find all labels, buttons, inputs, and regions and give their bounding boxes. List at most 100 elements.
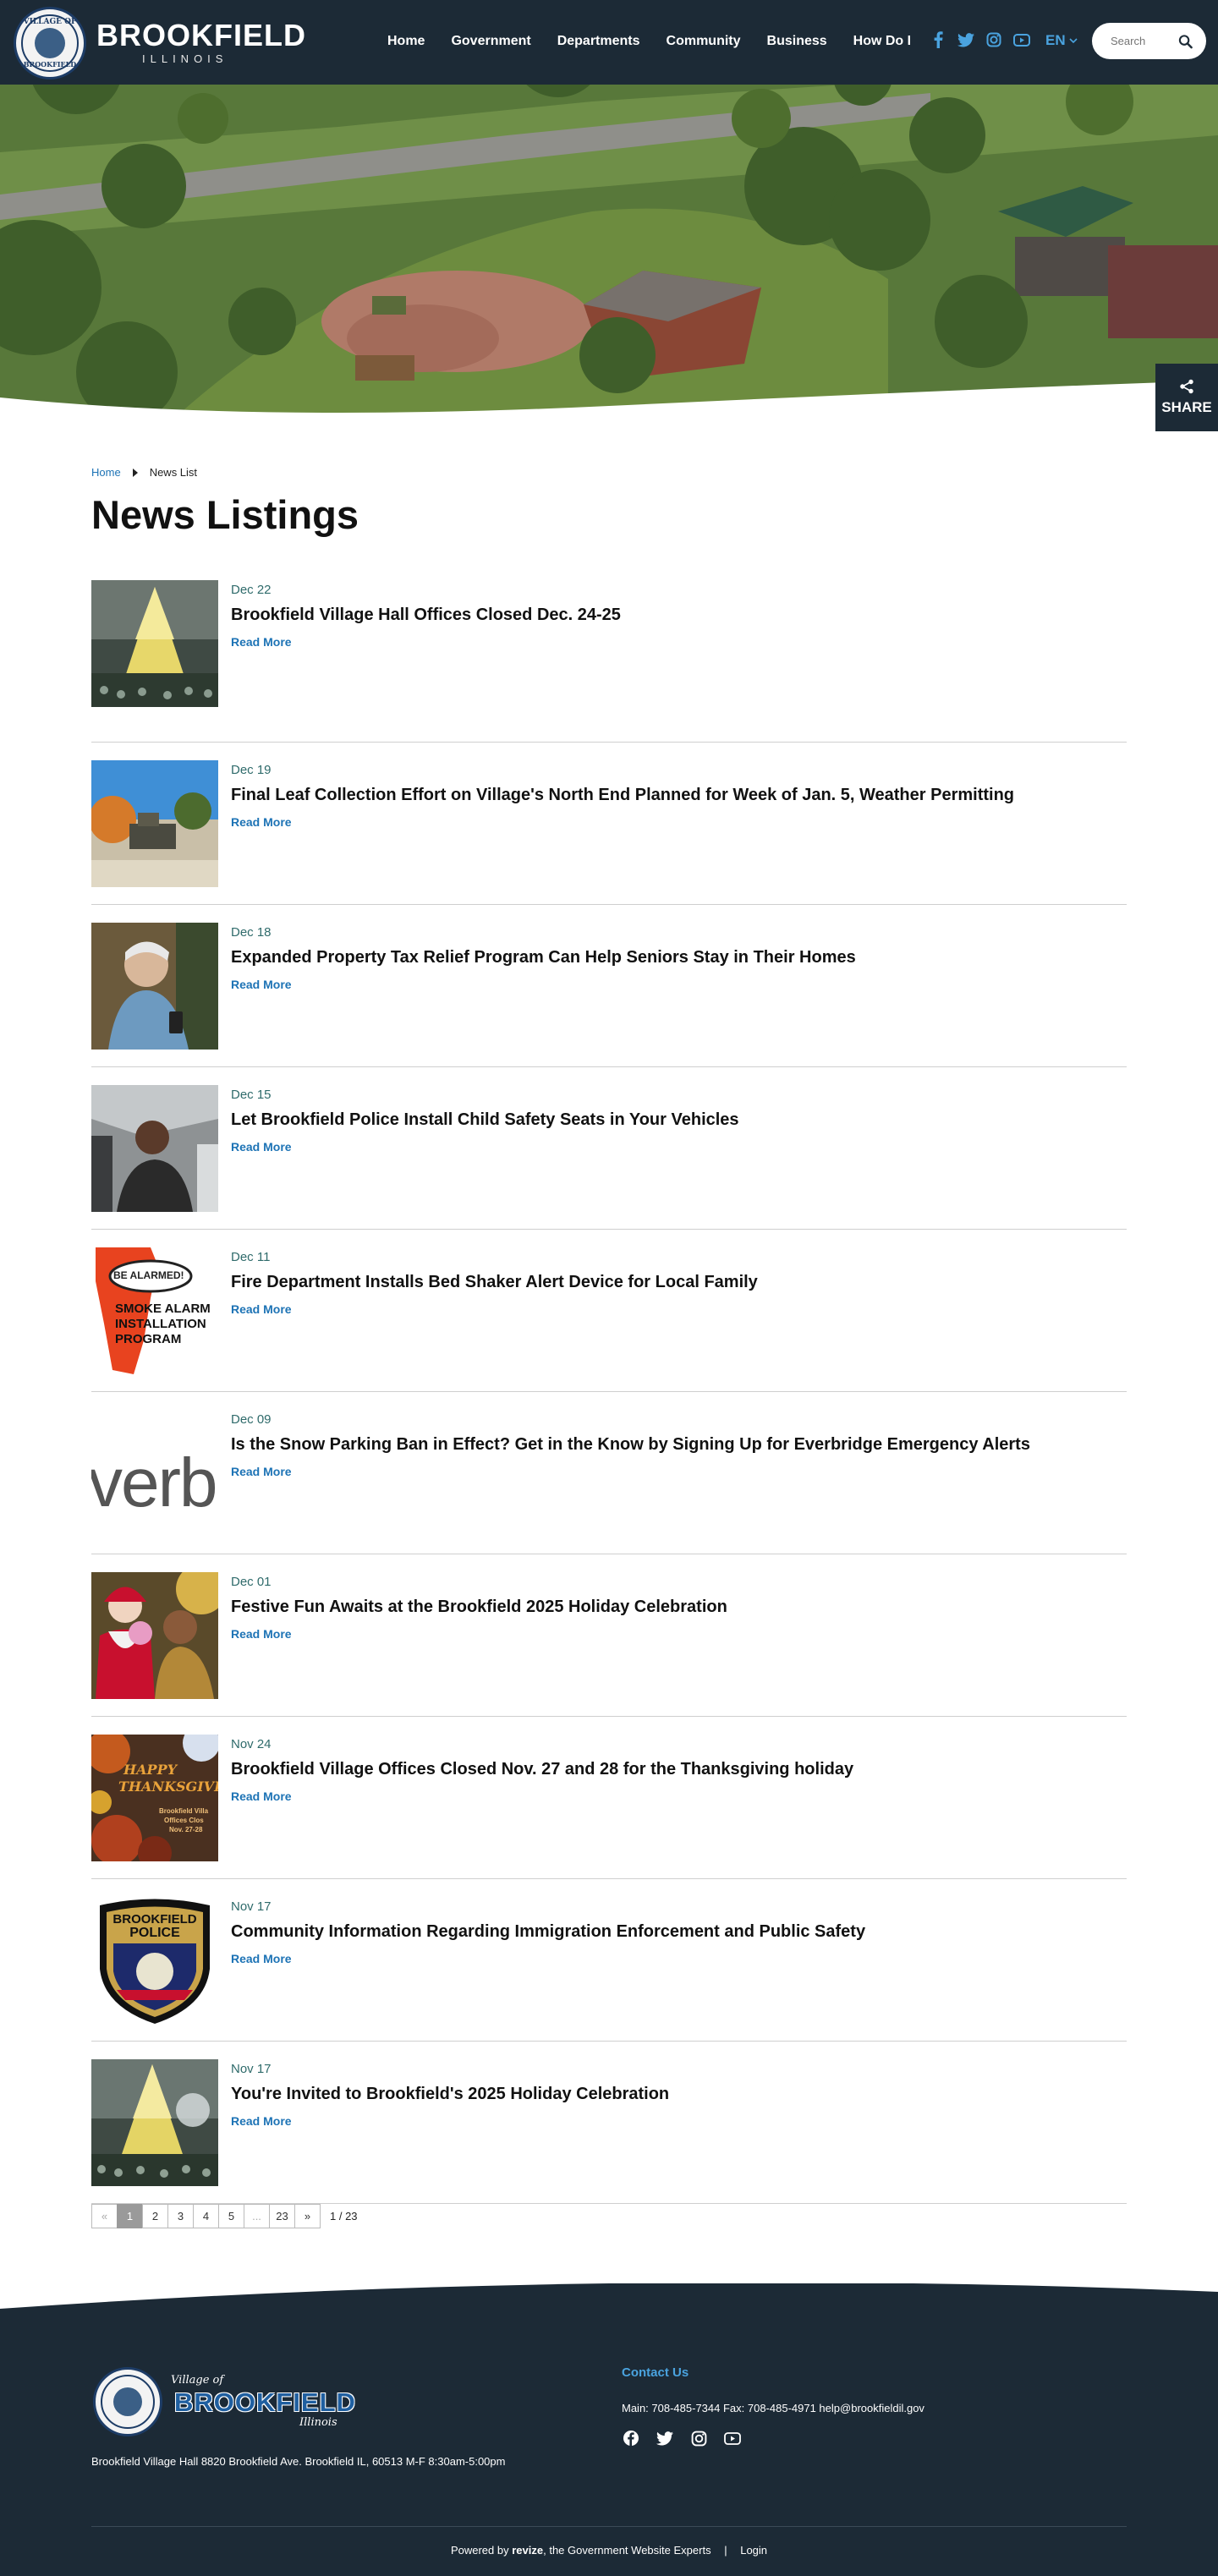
footer-bottom-bar: Powered by revize, the Government Websit… (0, 2544, 1218, 2557)
police-badge-text: POLICE (129, 1926, 180, 1940)
revize-brand-link[interactable]: revize (512, 2544, 543, 2557)
news-date: Nov 17 (231, 2062, 272, 2076)
news-thumbnail-holiday-tree[interactable] (91, 2059, 218, 2186)
pagination-page-5[interactable]: 5 (218, 2204, 244, 2228)
nav-government[interactable]: Government (451, 34, 530, 49)
seal-bottom-text: BROOKFIELD (23, 60, 77, 69)
nav-community[interactable]: Community (667, 34, 741, 49)
nav-departments[interactable]: Departments (557, 34, 640, 49)
pagination: « 1 2 3 4 5 ... 23 » 1 / 23 (91, 2204, 358, 2228)
breadcrumb-current: News List (149, 466, 198, 479)
village-seal-logo[interactable]: VILLAGE OF BROOKFIELD (14, 7, 86, 79)
pagination-page-4[interactable]: 4 (193, 2204, 219, 2228)
news-item: Nov 17 You're Invited to Brookfield's 20… (91, 2042, 1127, 2204)
news-title[interactable]: Festive Fun Awaits at the Brookfield 202… (231, 1598, 727, 1617)
read-more-link[interactable]: Read More (231, 635, 292, 649)
news-item: Dec 19 Final Leaf Collection Effort on V… (91, 743, 1127, 905)
news-title[interactable]: Brookfield Village Hall Offices Closed D… (231, 606, 621, 625)
news-thumbnail-smoke-alarm[interactable]: BE ALARMED! SMOKE ALARM INSTALLATION PRO… (91, 1247, 218, 1374)
thanksgiving-text: HAPPY (123, 1762, 178, 1778)
news-thumbnail-leaf-collection[interactable] (91, 760, 218, 887)
news-date: Dec 09 (231, 1412, 272, 1427)
news-item: verb Dec 09 Is the Snow Parking Ban in E… (91, 1392, 1127, 1554)
language-selector[interactable]: EN (1045, 32, 1078, 49)
news-title[interactable]: Expanded Property Tax Relief Program Can… (231, 948, 856, 967)
smoke-alarm-line: PROGRAM (115, 1332, 182, 1346)
youtube-icon[interactable] (1013, 31, 1030, 48)
search-input[interactable] (1111, 35, 1178, 47)
footer-separator: | (724, 2544, 727, 2557)
news-thumbnail-child-seat[interactable] (91, 1085, 218, 1212)
thanksgiving-text: THANKSGIVI (118, 1779, 218, 1795)
instagram-icon[interactable] (985, 31, 1002, 48)
pagination-page-23[interactable]: 23 (269, 2204, 295, 2228)
footer-contact-info[interactable]: Main: 708-485-7344 Fax: 708-485-4971 hel… (622, 2402, 924, 2414)
read-more-link[interactable]: Read More (231, 815, 292, 829)
read-more-link[interactable]: Read More (231, 2114, 292, 2128)
nav-business[interactable]: Business (767, 34, 827, 49)
news-title[interactable]: Is the Snow Parking Ban in Effect? Get i… (231, 1435, 1030, 1455)
page-title: News Listings (91, 492, 359, 537)
main-navigation: Home Government Departments Community Bu… (387, 34, 937, 49)
site-logo-name[interactable]: BROOKFIELD (96, 20, 306, 51)
search-icon[interactable] (1178, 34, 1193, 49)
footer-village-of: Village of (171, 2374, 224, 2387)
news-date: Nov 24 (231, 1737, 272, 1751)
share-button[interactable]: SHARE (1155, 364, 1218, 431)
news-title[interactable]: Final Leaf Collection Effort on Village'… (231, 786, 1014, 805)
pagination-page-3[interactable]: 3 (167, 2204, 194, 2228)
footer-logo-name[interactable]: BROOKFIELD (174, 2387, 356, 2418)
news-date: Dec 01 (231, 1575, 272, 1589)
news-thumbnail-police-badge[interactable]: BROOKFIELD POLICE (91, 1897, 218, 2024)
pagination-ellipsis: ... (244, 2204, 270, 2228)
thanksgiving-text: Nov. 27-28 (169, 1826, 203, 1833)
read-more-link[interactable]: Read More (231, 1952, 292, 1965)
powered-by-prefix: Powered by (450, 2544, 509, 2557)
share-icon (1180, 379, 1193, 394)
twitter-icon[interactable] (957, 31, 974, 48)
nav-home[interactable]: Home (387, 34, 425, 49)
read-more-link[interactable]: Read More (231, 1302, 292, 1316)
news-thumbnail-senior-phone[interactable] (91, 923, 218, 1050)
news-title[interactable]: Let Brookfield Police Install Child Safe… (231, 1110, 739, 1130)
pagination-prev-button[interactable]: « (91, 2204, 118, 2228)
read-more-link[interactable]: Read More (231, 1140, 292, 1154)
read-more-link[interactable]: Read More (231, 978, 292, 991)
youtube-icon[interactable] (723, 2429, 742, 2447)
footer-divider (91, 2526, 1127, 2527)
site-footer (0, 2283, 1218, 2576)
smoke-alarm-badge-text: BE ALARMED! (113, 1269, 184, 1281)
news-date: Dec 15 (231, 1088, 272, 1102)
login-link[interactable]: Login (740, 2544, 767, 2557)
share-label: SHARE (1161, 399, 1212, 415)
news-title[interactable]: Brookfield Village Offices Closed Nov. 2… (231, 1760, 853, 1779)
powered-by-suffix: , the Government Website Experts (543, 2544, 711, 2557)
read-more-link[interactable]: Read More (231, 1465, 292, 1478)
breadcrumb-arrow-icon (132, 468, 138, 477)
read-more-link[interactable]: Read More (231, 1789, 292, 1803)
facebook-icon[interactable] (930, 31, 946, 48)
news-date: Dec 11 (231, 1250, 271, 1264)
breadcrumb-home-link[interactable]: Home (91, 466, 121, 479)
nav-how-do-i[interactable]: How Do I (853, 34, 911, 49)
news-title[interactable]: Fire Department Installs Bed Shaker Aler… (231, 1273, 758, 1292)
news-thumbnail-christmas-tree[interactable] (91, 580, 218, 707)
news-date: Dec 18 (231, 925, 272, 940)
footer-seal-logo[interactable] (93, 2367, 162, 2436)
read-more-link[interactable]: Read More (231, 1627, 292, 1641)
facebook-icon[interactable] (622, 2429, 640, 2447)
pagination-next-button[interactable]: » (294, 2204, 321, 2228)
news-thumbnail-thanksgiving[interactable]: HAPPY THANKSGIVI Brookfield Villa Office… (91, 1735, 218, 1861)
chevron-down-icon (1069, 37, 1078, 43)
search-box (1092, 23, 1206, 59)
news-thumbnail-santa-holiday[interactable] (91, 1572, 218, 1699)
pagination-page-2[interactable]: 2 (142, 2204, 168, 2228)
twitter-icon[interactable] (656, 2429, 674, 2447)
instagram-icon[interactable] (689, 2429, 708, 2447)
pagination-page-1[interactable]: 1 (117, 2204, 143, 2228)
news-item: BROOKFIELD POLICE Nov 17 Community Infor… (91, 1879, 1127, 2042)
news-title[interactable]: Community Information Regarding Immigrat… (231, 1922, 865, 1942)
smoke-alarm-line: INSTALLATION (115, 1317, 206, 1331)
news-thumbnail-everbridge-logo[interactable]: verb (91, 1410, 218, 1537)
news-title[interactable]: You're Invited to Brookfield's 2025 Holi… (231, 2085, 669, 2104)
